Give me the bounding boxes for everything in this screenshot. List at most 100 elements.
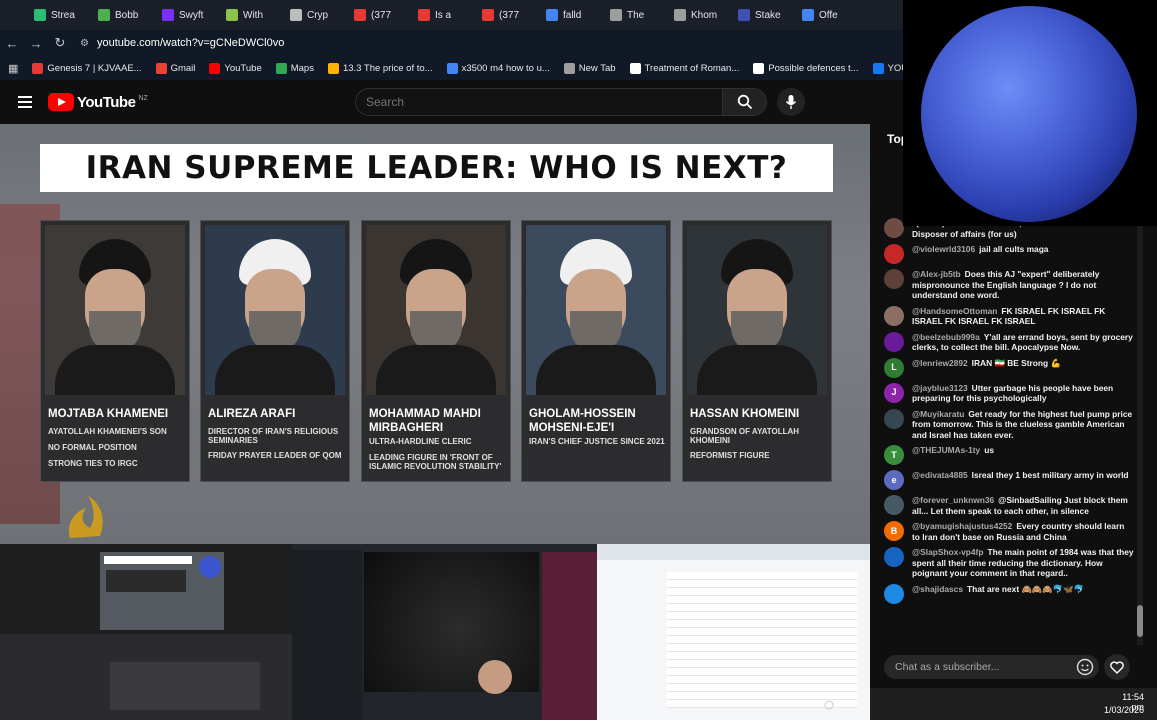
bookmark-label: x3500 m4 how to u... <box>461 62 550 74</box>
chat-author[interactable]: @HandsomeOttoman <box>912 306 997 316</box>
candidate-portrait <box>526 225 666 395</box>
chat-author[interactable]: @edivata4885 <box>912 470 968 480</box>
chat-author[interactable]: @beelzebub999a <box>912 332 980 342</box>
thumbnail-obs[interactable] <box>0 544 292 720</box>
avatar[interactable]: L <box>884 357 904 378</box>
chat-author[interactable]: @violewrld3106 <box>912 244 975 254</box>
tab-favicon-icon <box>482 9 494 21</box>
chat-author[interactable]: @lenriew2892 <box>912 358 968 368</box>
chat-message[interactable]: @violewrld3106 jail all cults maga <box>884 244 1134 264</box>
chat-message[interactable]: L @lenriew2892 IRAN 🇮🇷 BE Strong 💪 <box>884 357 1134 378</box>
chat-author[interactable]: @Alex-jb5tb <box>912 269 961 279</box>
chat-author[interactable]: @THEJUMAs-1ty <box>912 445 980 455</box>
bookmark-item[interactable]: 13.3 The price of to... <box>327 62 433 74</box>
bookmark-label: Possible defences t... <box>768 62 859 74</box>
candidate-card: GHOLAM-HOSSEIN MOHSENI-EJE'I IRAN'S CHIEF… <box>521 220 671 482</box>
chat-input-placeholder: Chat as a subscriber... <box>895 661 1000 673</box>
browser-tab[interactable]: Khom <box>668 2 728 28</box>
search-input[interactable] <box>355 88 723 116</box>
chat-author[interactable]: @forever_unknwn36 <box>912 495 994 505</box>
country-code: NZ <box>138 95 148 102</box>
browser-tab[interactable]: (377 <box>476 2 536 28</box>
chat-message[interactable]: @Alex-jb5tb Does this AJ "expert" deliber… <box>884 269 1134 301</box>
chat-scrollbar-thumb[interactable] <box>1137 605 1143 637</box>
chat-message[interactable]: T @THEJUMAs-1ty us <box>884 445 1134 465</box>
tray-icon[interactable] <box>824 700 834 710</box>
bookmark-item[interactable]: YouTube <box>209 62 262 74</box>
thumbnail-spreadsheet[interactable] <box>597 544 870 720</box>
browser-tab[interactable]: (377 <box>348 2 408 28</box>
avatar[interactable] <box>884 408 904 429</box>
bookmark-label: YouTube <box>224 62 262 74</box>
avatar[interactable] <box>884 269 904 289</box>
avatar[interactable]: B <box>884 521 904 541</box>
browser-tab[interactable]: Bobb <box>92 2 152 28</box>
browser-tab[interactable]: The <box>604 2 664 28</box>
tab-favicon-icon <box>98 9 110 21</box>
candidate-name: ALIREZA ARAFI <box>208 408 296 420</box>
bookmark-item[interactable]: YOUR <box>872 62 903 74</box>
heart-button[interactable] <box>1104 654 1130 680</box>
avatar[interactable]: T <box>884 445 904 465</box>
youtube-logo[interactable]: YouTube NZ <box>48 93 148 111</box>
browser-tab[interactable]: With <box>220 2 280 28</box>
search-button[interactable] <box>723 88 767 116</box>
chat-message[interactable]: J @jayblue3123 Utter garbage his people ha… <box>884 382 1134 404</box>
avatar[interactable] <box>884 495 904 515</box>
thumbnail-stream[interactable] <box>292 544 597 720</box>
chat-message-body: @SlapShox-vp4fp The main point of 1984 wa… <box>912 547 1134 579</box>
neptune-image <box>921 6 1137 222</box>
browser-tab[interactable]: Is a <box>412 2 472 28</box>
chat-author[interactable]: @SlapShox-vp4fp <box>912 547 983 557</box>
chat-message[interactable]: @shajidascs That are next 🙈🙈🙈🐬🦋🐬 <box>884 583 1134 604</box>
bookmark-item[interactable]: x3500 m4 how to u... <box>446 62 550 74</box>
clock-date[interactable]: 1/03/2026 <box>1094 705 1144 715</box>
avatar[interactable]: e <box>884 470 904 490</box>
avatar[interactable]: J <box>884 382 904 403</box>
browser-tab[interactable]: Cryp <box>284 2 344 28</box>
bookmark-item[interactable]: Possible defences t... <box>753 62 859 74</box>
avatar[interactable] <box>884 218 904 238</box>
bookmark-item[interactable]: Treatment of Roman... <box>629 62 739 74</box>
bookmark-item[interactable]: New Tab <box>563 62 616 74</box>
chat-message[interactable]: @beelzebub999a Y'all are errand boys, sen… <box>884 331 1134 353</box>
bookmark-item[interactable]: Maps <box>275 62 314 74</box>
chat-message[interactable]: @Muyikaratu Get ready for the highest fue… <box>884 408 1134 441</box>
avatar[interactable] <box>884 305 904 326</box>
browser-tab[interactable]: Stake <box>732 2 792 28</box>
forward-icon[interactable]: → <box>24 36 48 51</box>
bookmark-item[interactable]: Gmail <box>155 62 195 74</box>
smiley-icon[interactable] <box>1076 658 1094 676</box>
video-player[interactable]: IRAN SUPREME LEADER: WHO IS NEXT? MOJTAB… <box>0 124 870 544</box>
chat-scrollbar[interactable] <box>1137 225 1143 645</box>
hamburger-icon[interactable] <box>18 96 32 108</box>
chat-author[interactable]: @jayblue3123 <box>912 383 968 393</box>
chat-message[interactable]: e @edivata4885 Isreal they 1 best military… <box>884 470 1134 490</box>
browser-tab[interactable]: Offe <box>796 2 856 28</box>
site-info-icon[interactable]: ⚙ <box>80 38 89 49</box>
chat-author[interactable]: @Muyikaratu <box>912 409 964 419</box>
back-icon[interactable]: ← <box>0 36 24 51</box>
bookmark-item[interactable]: Genesis 7 | KJVAAE... <box>32 62 142 74</box>
candidate-portrait <box>205 225 345 395</box>
window-thumbnails <box>0 544 870 720</box>
chat-message[interactable]: @forever_unknwn36 @SinbadSailing Just blo… <box>884 495 1134 516</box>
avatar[interactable] <box>884 547 904 567</box>
apps-grid-icon[interactable]: ▦ <box>8 62 18 75</box>
address-bar[interactable]: ⚙ youtube.com/watch?v=gCNeDWCl0vo <box>72 32 895 54</box>
tab-label: falld <box>563 9 582 21</box>
avatar[interactable] <box>884 331 904 352</box>
chat-author[interactable]: @shajidascs <box>912 584 963 594</box>
browser-tab[interactable]: falld <box>540 2 600 28</box>
chat-message[interactable]: B @byamugishajustus4252 Every country shou… <box>884 521 1134 542</box>
reload-icon[interactable]: ↻ <box>48 35 72 51</box>
voice-search-button[interactable] <box>777 88 805 116</box>
avatar[interactable] <box>884 583 904 604</box>
chat-input[interactable]: Chat as a subscriber... <box>884 655 1099 679</box>
chat-message[interactable]: @SlapShox-vp4fp The main point of 1984 wa… <box>884 547 1134 579</box>
browser-tab[interactable]: Strea <box>28 2 88 28</box>
chat-message[interactable]: @HandsomeOttoman FK ISRAEL FK ISRAEL FK I… <box>884 305 1134 327</box>
browser-tab[interactable]: Swyft <box>156 2 216 28</box>
chat-author[interactable]: @byamugishajustus4252 <box>912 521 1012 531</box>
avatar[interactable] <box>884 244 904 264</box>
